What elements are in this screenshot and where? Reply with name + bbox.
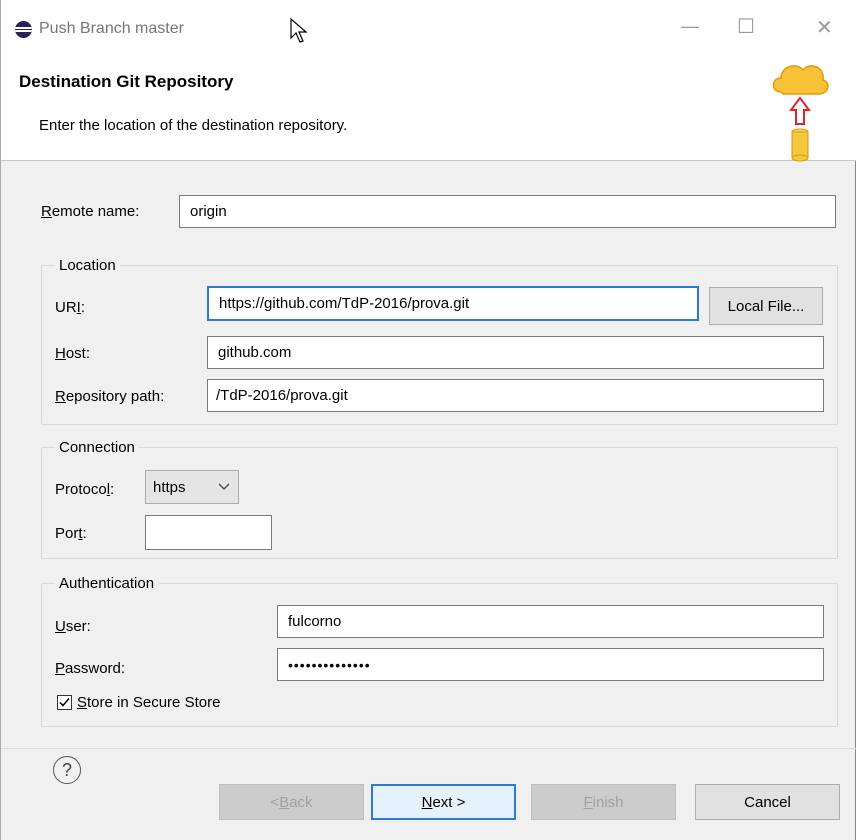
cancel-button[interactable]: Cancel	[695, 784, 840, 820]
local-file-button[interactable]: Local File...	[709, 287, 823, 325]
location-legend: Location	[55, 257, 120, 274]
port-input[interactable]	[145, 515, 272, 550]
uri-label: URI:	[55, 299, 86, 316]
connection-legend: Connection	[55, 439, 139, 456]
wizard-header	[1, 52, 856, 161]
cloud-push-icon	[772, 65, 829, 162]
port-label: Port:	[55, 525, 87, 542]
mouse-cursor-icon	[290, 18, 308, 43]
eclipse-icon	[15, 21, 32, 38]
uri-input[interactable]: https://github.com/TdP-2016/prova.git	[207, 286, 699, 321]
help-icon[interactable]: ?	[53, 756, 81, 784]
footer-divider	[1, 748, 856, 749]
repository-path-label: Repository path:	[55, 388, 165, 405]
password-input[interactable]: ••••••••••••••	[277, 648, 824, 681]
maximize-button[interactable]: ☐	[737, 14, 755, 39]
password-label: Password:	[55, 660, 126, 677]
remote-name-input[interactable]: origin	[179, 195, 836, 228]
page-description: Enter the location of the destination re…	[39, 117, 348, 134]
host-label: Host:	[55, 345, 91, 362]
minimize-button[interactable]: —	[681, 16, 699, 37]
checkmark-icon	[59, 698, 70, 707]
user-input[interactable]: fulcorno	[277, 605, 824, 638]
close-button[interactable]: ✕	[816, 15, 833, 40]
title-bar: Push Branch master — ☐ ✕	[1, 0, 856, 52]
back-button: < Back	[219, 784, 364, 820]
user-label: User:	[55, 618, 91, 635]
host-input[interactable]: github.com	[207, 336, 824, 369]
page-title: Destination Git Repository	[19, 72, 234, 91]
authentication-legend: Authentication	[55, 575, 159, 592]
repository-path-input[interactable]: /TdP-2016/prova.git	[207, 379, 824, 412]
push-branch-dialog: Push Branch master — ☐ ✕ Destination Git…	[0, 0, 856, 840]
remote-name-label: Remote name:	[41, 203, 140, 220]
store-secure-checkbox[interactable]	[57, 695, 72, 710]
protocol-label: Protocol:	[55, 481, 115, 498]
window-title: Push Branch master	[39, 20, 184, 37]
store-secure-label[interactable]: Store in Secure Store	[77, 694, 220, 711]
protocol-select[interactable]: https	[145, 470, 239, 504]
next-button[interactable]: Next >	[371, 784, 516, 820]
chevron-down-icon	[218, 483, 230, 490]
finish-button: Finish	[531, 784, 676, 820]
